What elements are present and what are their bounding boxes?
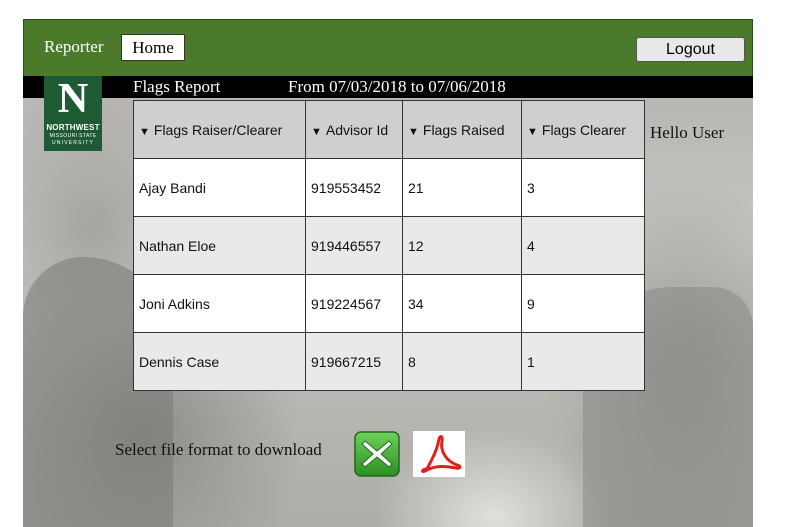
cell-advisor-id: 919553452 <box>305 158 403 217</box>
page-frame: Reporter Home Logout Flags Report From 0… <box>23 19 753 527</box>
column-header-advisor-id[interactable]: ▼ Advisor Id <box>305 100 403 159</box>
northwest-logo: N NORTHWEST MISSOURI STATE UNIVERSITY <box>44 76 102 151</box>
cell-flags-clearer: 9 <box>521 274 645 333</box>
sort-arrow-icon[interactable]: ▼ <box>311 126 322 138</box>
cell-flags-clearer: 3 <box>521 158 645 217</box>
column-header-label: Flags Raised <box>422 121 505 138</box>
cell-flags-raised: 21 <box>402 158 522 217</box>
table-row: Joni Adkins 919224567 34 9 <box>133 274 645 333</box>
column-header-label: Advisor Id <box>325 121 389 138</box>
cell-flags-clearer: 4 <box>521 216 645 275</box>
table-row: Ajay Bandi 919553452 21 3 <box>133 158 645 217</box>
cell-flags-clearer: 1 <box>521 332 645 391</box>
table-row: Nathan Eloe 919446557 12 4 <box>133 216 645 275</box>
pdf-acrobat-icon[interactable] <box>413 431 465 477</box>
app-name: Reporter <box>44 37 104 56</box>
table-row: Dennis Case 919667215 8 1 <box>133 332 645 391</box>
column-header-flags-raised[interactable]: ▼ Flags Raised <box>402 100 522 159</box>
logo-line-3: UNIVERSITY <box>51 140 94 146</box>
sort-arrow-icon[interactable]: ▼ <box>527 126 538 138</box>
cell-advisor-id: 919446557 <box>305 216 403 275</box>
cell-advisor-id: 919667215 <box>305 332 403 391</box>
column-header-raiser[interactable]: ▼ Flags Raiser/Clearer <box>133 100 306 159</box>
cell-name: Nathan Eloe <box>133 216 306 275</box>
sort-arrow-icon[interactable]: ▼ <box>408 126 419 138</box>
download-format-label: Select file format to download <box>115 440 322 459</box>
user-greeting: Hello User <box>650 123 725 142</box>
cell-name: Dennis Case <box>133 332 306 391</box>
flags-report-table: ▼ Flags Raiser/Clearer ▼ Advisor Id ▼ Flags… <box>133 100 645 391</box>
logo-line-1: NORTHWEST <box>46 123 100 132</box>
report-title: Flags Report <box>133 77 221 96</box>
logo-letter: N <box>57 76 89 122</box>
column-header-label: Flags Raiser/Clearer <box>153 121 283 138</box>
logout-button[interactable]: Logout <box>636 37 745 62</box>
home-button[interactable]: Home <box>121 34 185 61</box>
report-title-bar: Flags Report From 07/03/2018 to 07/06/20… <box>23 76 753 98</box>
column-header-label: Flags Clearer <box>541 121 626 138</box>
table-header-row: ▼ Flags Raiser/Clearer ▼ Advisor Id ▼ Flags… <box>133 100 645 159</box>
cell-advisor-id: 919224567 <box>305 274 403 333</box>
cell-name: Joni Adkins <box>133 274 306 333</box>
sort-arrow-icon[interactable]: ▼ <box>139 126 150 138</box>
cell-flags-raised: 12 <box>402 216 522 275</box>
cell-flags-raised: 34 <box>402 274 522 333</box>
date-range: From 07/03/2018 to 07/06/2018 <box>288 77 506 96</box>
excel-x-icon[interactable] <box>354 431 400 477</box>
cell-flags-raised: 8 <box>402 332 522 391</box>
logo-line-2: MISSOURI STATE <box>49 133 97 139</box>
top-header: Reporter Home Logout <box>23 19 753 77</box>
column-header-flags-clearer[interactable]: ▼ Flags Clearer <box>521 100 645 159</box>
cell-name: Ajay Bandi <box>133 158 306 217</box>
